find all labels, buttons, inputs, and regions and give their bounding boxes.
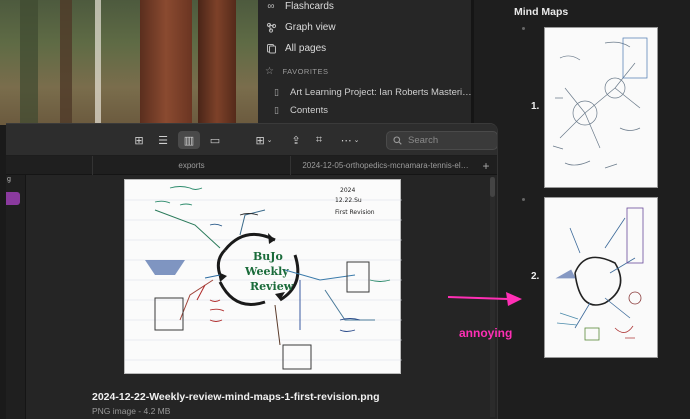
annotation-label: annoying — [459, 326, 513, 340]
selected-row[interactable] — [6, 192, 20, 205]
file-preview-image[interactable]: BuJo Weekly Review 2024 12.22.Su First R… — [124, 179, 402, 374]
chevron-down-icon: ⌄ — [353, 137, 360, 144]
file-name: 2024-12-22-Weekly-review-mind-maps-1-fir… — [92, 391, 380, 403]
sidebar-glyph: g — [7, 176, 11, 183]
gallery-view-button[interactable]: ▭ — [205, 131, 225, 149]
tab-orthopedics[interactable]: 2024-12-05-orthopedics-mcnamara-tennis-e… — [290, 156, 480, 175]
add-tab-button[interactable]: + — [479, 156, 493, 175]
infinity-icon: ∞ — [267, 0, 275, 12]
share-button[interactable]: ⇪ — [288, 131, 304, 149]
preview-pane: BuJo Weekly Review 2024 12.22.Su First R… — [26, 175, 492, 419]
mind-map-thumbnail-2[interactable] — [544, 197, 658, 358]
tag-button[interactable]: ⌗ — [311, 131, 327, 149]
list-bullet — [522, 27, 525, 30]
mind-map-sketch: BuJo Weekly Review 2024 12.22.Su First R… — [125, 186, 402, 370]
pages-icon — [265, 42, 277, 54]
nav-label: Flashcards — [285, 0, 334, 12]
tab-bar: exports 2024-12-05-orthopedics-mcnamara-… — [6, 156, 497, 175]
nav-flashcards[interactable]: ∞ Flashcards — [265, 0, 334, 15]
favorites-header[interactable]: ☆ FAVORITES — [265, 66, 329, 77]
svg-text:12.22.Su: 12.22.Su — [335, 197, 362, 204]
svg-text:2024: 2024 — [340, 187, 355, 194]
finder-window: ⊞ ☰ ▥ ▭ ⊞⌄ ⇪ ⌗ ⋯⌄ exports 20 — [6, 123, 498, 419]
mind-map-sketch — [552, 37, 648, 169]
svg-text:BuJo: BuJo — [253, 250, 283, 263]
scrollbar-thumb[interactable] — [490, 177, 495, 197]
ellipsis-circle-icon: ⋯ — [340, 134, 352, 147]
group-grid-icon: ⊞ — [255, 134, 265, 147]
mind-map-thumbnail-1[interactable] — [544, 27, 658, 188]
list-icon: ☰ — [158, 134, 168, 147]
grid-icon: ⊞ — [134, 134, 144, 147]
column-view-button[interactable]: ▥ — [178, 131, 200, 149]
nav-all-pages[interactable]: All pages — [265, 39, 326, 57]
tag-icon: ⌗ — [315, 133, 323, 146]
list-number: 2. — [531, 271, 540, 282]
favorite-item[interactable]: ▯ Contents — [274, 102, 328, 118]
mind-map-sketch — [555, 207, 644, 341]
svg-text:First Revision: First Revision — [335, 209, 375, 216]
icon-view-button[interactable]: ⊞ — [130, 131, 148, 149]
list-number: 1. — [531, 101, 540, 112]
note-pane: Mind Maps 1. 2. — [474, 0, 690, 419]
nav-label: Graph view — [285, 21, 336, 33]
finder-toolbar: ⊞ ☰ ▥ ▭ ⊞ ⌄ ⇪ ⌗ ⋯ ⌄ — [6, 124, 497, 156]
obsidian-sidebar: ∞ Flashcards Graph view All pages ☆ FAVO… — [258, 0, 472, 125]
page-icon: ▯ — [274, 86, 279, 97]
list-bullet — [522, 198, 525, 201]
mind-maps-heading: Mind Maps — [514, 6, 569, 18]
graph-icon — [265, 21, 277, 33]
finder-sidebar-column: g — [6, 175, 26, 419]
annotation-arrow-icon — [447, 292, 522, 306]
svg-text:Review: Review — [250, 280, 294, 293]
more-actions-button[interactable]: ⋯ ⌄ — [336, 131, 364, 149]
chevron-down-icon: ⌄ — [266, 137, 273, 144]
favorite-item[interactable]: ▯ Art Learning Project: Ian Roberts Mast… — [274, 84, 472, 100]
desktop-wallpaper — [0, 0, 258, 125]
group-button[interactable]: ⊞ ⌄ — [250, 131, 278, 149]
search-field[interactable] — [386, 131, 497, 150]
svg-text:Weekly: Weekly — [244, 265, 289, 278]
page-icon: ▯ — [274, 104, 279, 115]
share-icon: ⇪ — [291, 134, 301, 147]
search-icon — [393, 132, 402, 150]
columns-icon: ▥ — [183, 134, 195, 147]
nav-graph-view[interactable]: Graph view — [265, 18, 336, 36]
list-view-button[interactable]: ☰ — [154, 131, 172, 149]
gallery-icon: ▭ — [209, 134, 221, 147]
search-input[interactable] — [408, 135, 488, 146]
nav-label: All pages — [285, 42, 327, 54]
tab-exports[interactable]: exports — [92, 156, 290, 175]
star-icon: ☆ — [265, 66, 275, 77]
file-meta: PNG image - 4.2 MB — [92, 406, 171, 416]
